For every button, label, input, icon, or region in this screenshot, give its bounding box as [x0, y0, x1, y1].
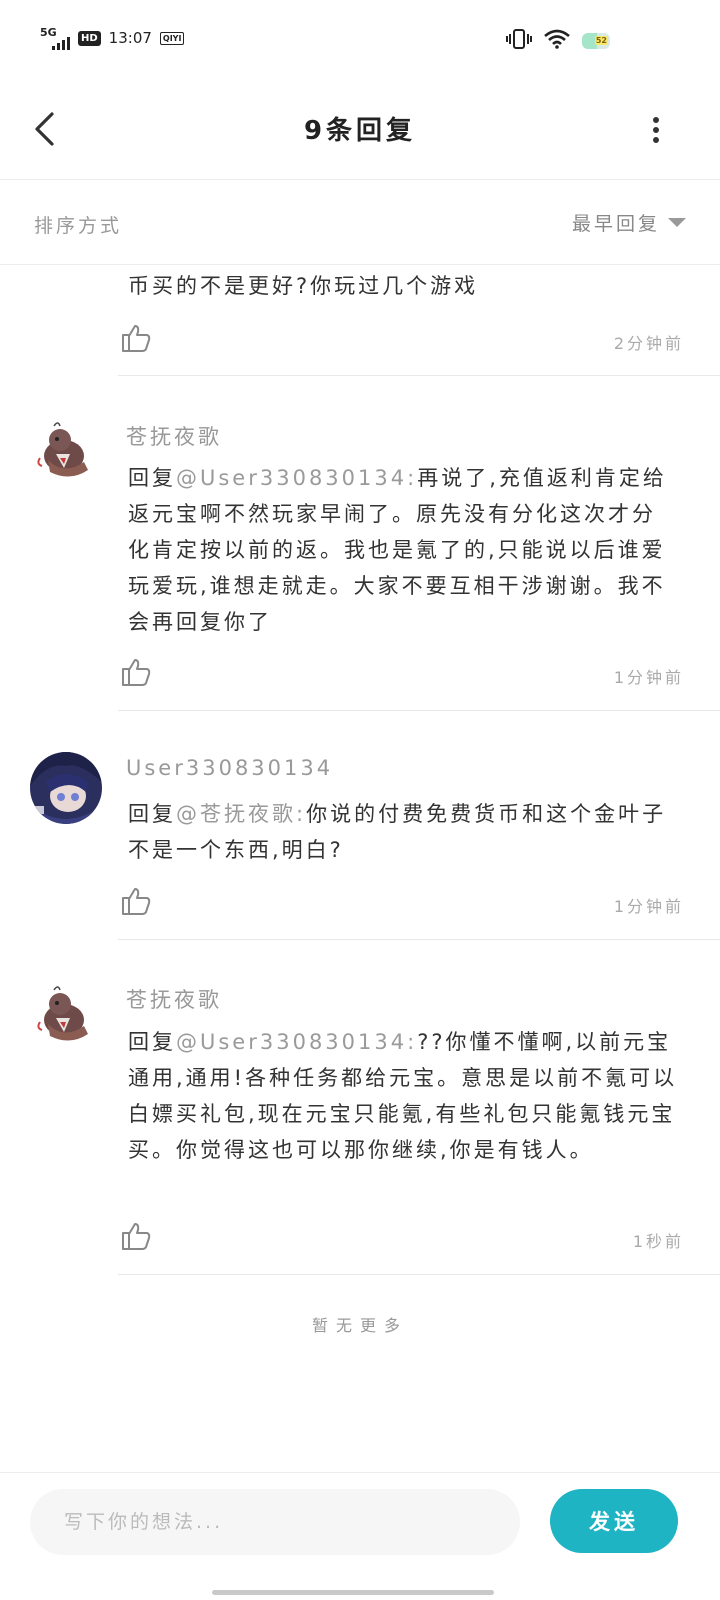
more-vertical-icon — [653, 117, 659, 143]
more-options-button[interactable] — [636, 108, 676, 152]
reply-author[interactable]: User330830134 — [126, 756, 333, 780]
battery-icon: 52 — [582, 33, 610, 49]
comment-input[interactable] — [30, 1489, 520, 1555]
like-icon[interactable] — [120, 1220, 152, 1252]
mention-link[interactable]: @User330830134: — [176, 466, 417, 490]
like-icon[interactable] — [120, 322, 152, 354]
page-title: 9条回复 — [303, 116, 417, 146]
battery-level: 52 — [594, 36, 608, 45]
sort-label: 排序方式 — [34, 215, 123, 237]
vibrate-icon — [506, 28, 532, 54]
divider — [118, 710, 720, 711]
no-more-text: 暂无更多 — [311, 1316, 408, 1335]
status-bar: 5G HD 13:07 QIYI 52 — [0, 0, 720, 80]
sort-value: 最早回复 — [571, 213, 660, 235]
reply-time: 2分钟前 — [613, 334, 684, 353]
reply-time: 1秒前 — [632, 1232, 684, 1251]
status-time: 13:07 — [108, 29, 152, 47]
like-icon[interactable] — [120, 885, 152, 917]
reply-time: 1分钟前 — [613, 668, 684, 687]
divider — [118, 1274, 720, 1275]
reply-author[interactable]: 苍抚夜歌 — [126, 421, 222, 451]
avatar[interactable] — [30, 978, 102, 1050]
reply-time: 1分钟前 — [613, 897, 684, 916]
mention-link[interactable]: @苍抚夜歌: — [176, 802, 306, 826]
mention-link[interactable]: @User330830134: — [176, 1030, 417, 1054]
home-indicator[interactable] — [212, 1590, 494, 1595]
comment-bar: 发送 — [0, 1472, 720, 1600]
divider — [118, 939, 720, 940]
send-button[interactable]: 发送 — [550, 1489, 678, 1553]
qiyi-notification-icon: QIYI — [159, 31, 185, 45]
divider — [118, 375, 720, 376]
reply-text: 回复@苍抚夜歌:你说的付费免费货币和这个金叶子不是一个东西,明白? — [128, 802, 667, 862]
like-icon[interactable] — [120, 656, 152, 688]
wifi-icon — [544, 29, 570, 53]
reply-author[interactable]: 苍抚夜歌 — [126, 984, 222, 1014]
avatar[interactable] — [30, 414, 102, 486]
hd-badge: HD — [78, 30, 101, 46]
sort-dropdown[interactable]: 最早回复 — [572, 209, 686, 236]
header: 9条回复 — [0, 80, 720, 180]
reply-text: 回复@User330830134:再说了,充值返利肯定给返元宝啊不然玩家早闹了。… — [128, 466, 667, 634]
cellular-signal-icon: 5G — [40, 26, 70, 50]
reply-text: 币买的不是更好?你玩过几个游戏 — [128, 274, 479, 298]
reply-text: 回复@User330830134:??你懂不懂啊,以前元宝通用,通用!各种任务都… — [128, 1030, 678, 1162]
avatar[interactable] — [30, 752, 102, 824]
sort-bar: 排序方式 最早回复 — [0, 181, 720, 265]
dropdown-arrow-icon — [668, 218, 686, 227]
